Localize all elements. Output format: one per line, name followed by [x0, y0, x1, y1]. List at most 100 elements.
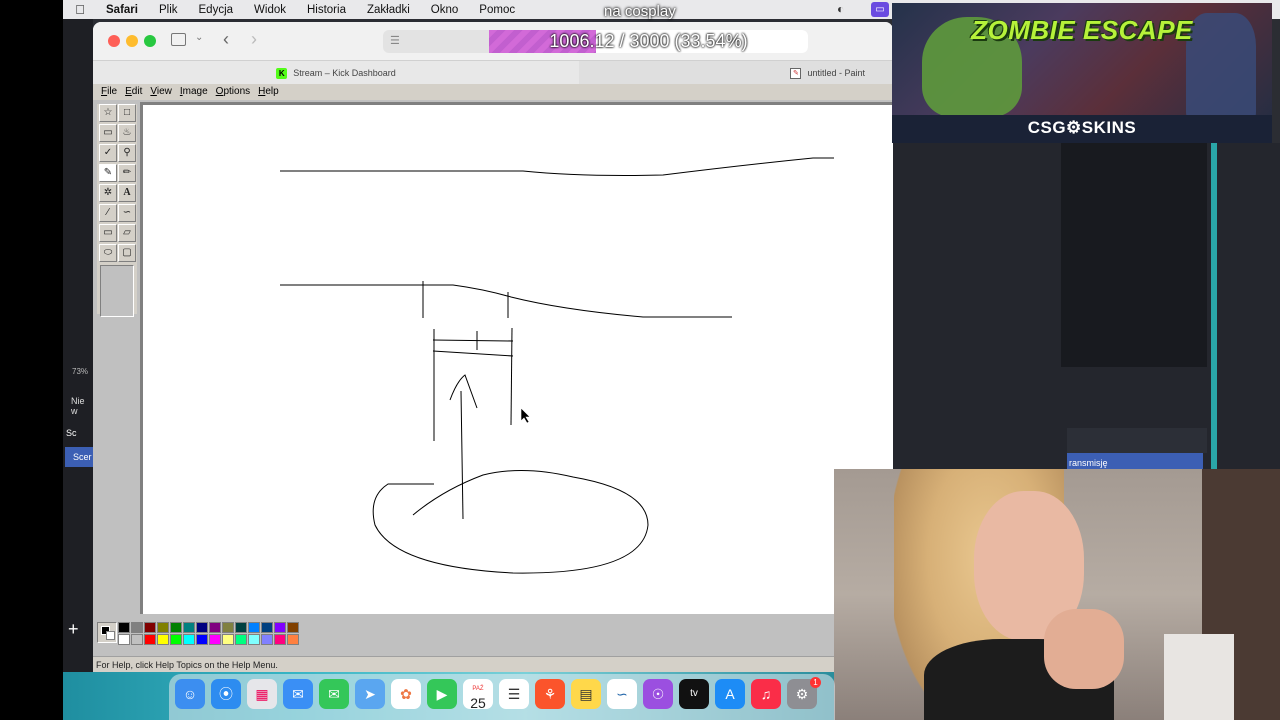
color-swatch[interactable]	[170, 622, 182, 633]
paint-menu-help[interactable]: Help	[254, 84, 283, 100]
brush-icon[interactable]: ✏	[118, 164, 136, 182]
airbrush-icon[interactable]: ✲	[99, 184, 117, 202]
add-scene-icon[interactable]: +	[68, 619, 79, 640]
sponsor-banner: ZOMBIE ESCAPE CSG⚙SKINS	[892, 3, 1272, 143]
line-tool-icon[interactable]: ∕	[99, 204, 117, 222]
calendar-icon[interactable]: PAŹ 25	[463, 679, 493, 710]
polygon-tool-icon[interactable]: ▱	[118, 224, 136, 242]
messages-icon[interactable]: ✉	[319, 679, 349, 709]
paint-menu-edit[interactable]: Edit	[121, 84, 146, 100]
color-swatch[interactable]	[287, 622, 299, 633]
launchpad-icon[interactable]: ▦	[247, 679, 277, 709]
color-swatch[interactable]	[274, 622, 286, 633]
color-swatch[interactable]	[248, 634, 260, 645]
paint-menu-view[interactable]: View	[146, 84, 176, 100]
rounded-rect-tool-icon[interactable]: ▢	[118, 244, 136, 262]
menu-historia[interactable]: Historia	[298, 4, 358, 16]
finder-icon[interactable]: ☺	[175, 679, 205, 709]
podcasts-icon[interactable]: ☉	[643, 679, 673, 709]
reminders-icon[interactable]: ☰	[499, 679, 529, 709]
back-button[interactable]: ‹	[223, 29, 229, 50]
tool-options-box[interactable]	[100, 265, 134, 317]
color-swatch[interactable]	[287, 634, 299, 645]
menu-widok[interactable]: Widok	[245, 4, 298, 16]
control-center-icon[interactable]: ◐	[837, 2, 844, 16]
color-swatch[interactable]	[196, 634, 208, 645]
color-swatch[interactable]	[144, 634, 156, 645]
freeform-icon[interactable]: ∽	[607, 679, 637, 709]
close-window-button[interactable]	[108, 35, 120, 47]
color-swatch[interactable]	[235, 634, 247, 645]
color-swatch[interactable]	[118, 634, 130, 645]
menu-zakladki[interactable]: Zakładki	[358, 4, 422, 16]
color-swatch[interactable]	[183, 622, 195, 633]
paint-menu-file[interactable]: File	[97, 84, 121, 100]
eraser-icon[interactable]: ▭	[99, 124, 117, 142]
free-select-icon[interactable]: ☆	[99, 104, 117, 122]
minimize-window-button[interactable]	[126, 35, 138, 47]
menu-edycja[interactable]: Edycja	[190, 4, 246, 16]
drawing-canvas[interactable]	[143, 105, 893, 614]
color-swatch[interactable]	[144, 622, 156, 633]
color-swatch[interactable]	[261, 622, 273, 633]
brave-icon[interactable]: ⚘	[535, 679, 565, 709]
background-color	[106, 631, 115, 640]
color-swatch[interactable]	[157, 622, 169, 633]
menu-app-safari[interactable]: Safari	[97, 4, 150, 16]
color-swatch[interactable]	[274, 634, 286, 645]
rectangle-tool-icon[interactable]: ▭	[99, 224, 117, 242]
app-store-icon[interactable]: A	[715, 679, 745, 709]
text-tool-icon[interactable]: A	[118, 184, 136, 202]
obs-left-panel: 73% Nie w Sc Scer +	[63, 19, 93, 674]
canvas-drawing	[280, 157, 834, 574]
color-swatch[interactable]	[157, 634, 169, 645]
pencil-icon[interactable]: ✎	[99, 164, 117, 182]
curve-tool-icon[interactable]: ∽	[118, 204, 136, 222]
color-swatch[interactable]	[222, 622, 234, 633]
obs-control-button[interactable]	[1067, 428, 1207, 453]
tab-kick-dashboard[interactable]: K Stream – Kick Dashboard	[93, 61, 579, 85]
address-bar[interactable]: ☰ 1006.12 / 3000 (33.54%)	[383, 30, 808, 53]
sidebar-toggle-icon[interactable]	[171, 33, 186, 46]
color-picker-icon[interactable]: ✓	[99, 144, 117, 162]
ellipse-tool-icon[interactable]: ⬭	[99, 244, 117, 262]
current-colors[interactable]	[97, 622, 117, 643]
apple-tv-icon[interactable]: tv	[679, 679, 709, 709]
facetime-icon[interactable]: ▶	[427, 679, 457, 709]
color-swatch[interactable]	[209, 634, 221, 645]
color-swatch[interactable]	[261, 634, 273, 645]
mail-icon[interactable]: ✉	[283, 679, 313, 709]
safari-icon[interactable]: ⦿	[211, 679, 241, 709]
paint-menu-image[interactable]: Image	[176, 84, 212, 100]
menu-okno[interactable]: Okno	[422, 4, 471, 16]
color-swatch[interactable]	[235, 622, 247, 633]
menu-pomoc[interactable]: Pomoc	[470, 4, 527, 16]
color-swatch[interactable]	[131, 634, 143, 645]
screen-share-icon[interactable]: ▭	[871, 2, 889, 17]
color-swatch[interactable]	[248, 622, 260, 633]
color-swatch[interactable]	[209, 622, 221, 633]
forward-button[interactable]: ›	[251, 29, 257, 50]
color-swatch[interactable]	[131, 622, 143, 633]
paint-status-bar: For Help, click Help Topics on the Help …	[93, 656, 893, 672]
color-swatch[interactable]	[183, 634, 195, 645]
color-swatch[interactable]	[196, 622, 208, 633]
color-swatch[interactable]	[170, 634, 182, 645]
apple-menu-icon[interactable]: 	[63, 2, 97, 17]
paint-menu-options[interactable]: Options	[212, 84, 254, 100]
obs-scene-item[interactable]: Scer	[65, 447, 93, 467]
color-swatch[interactable]	[118, 622, 130, 633]
maps-icon[interactable]: ➤	[355, 679, 385, 709]
photos-icon[interactable]: ✿	[391, 679, 421, 709]
music-icon[interactable]: ♫	[751, 679, 781, 709]
notes-icon[interactable]: ▤	[571, 679, 601, 709]
zoom-window-button[interactable]	[144, 35, 156, 47]
menu-plik[interactable]: Plik	[150, 4, 190, 16]
color-swatch[interactable]	[222, 634, 234, 645]
magnifier-icon[interactable]: ⚲	[118, 144, 136, 162]
fill-icon[interactable]: ♨	[118, 124, 136, 142]
tab-paint[interactable]: ✎ untitled - Paint	[579, 61, 893, 85]
chevron-down-icon[interactable]: ⌄	[195, 32, 203, 43]
rect-select-icon[interactable]: □	[118, 104, 136, 122]
reader-icon[interactable]: ☰	[390, 34, 400, 47]
